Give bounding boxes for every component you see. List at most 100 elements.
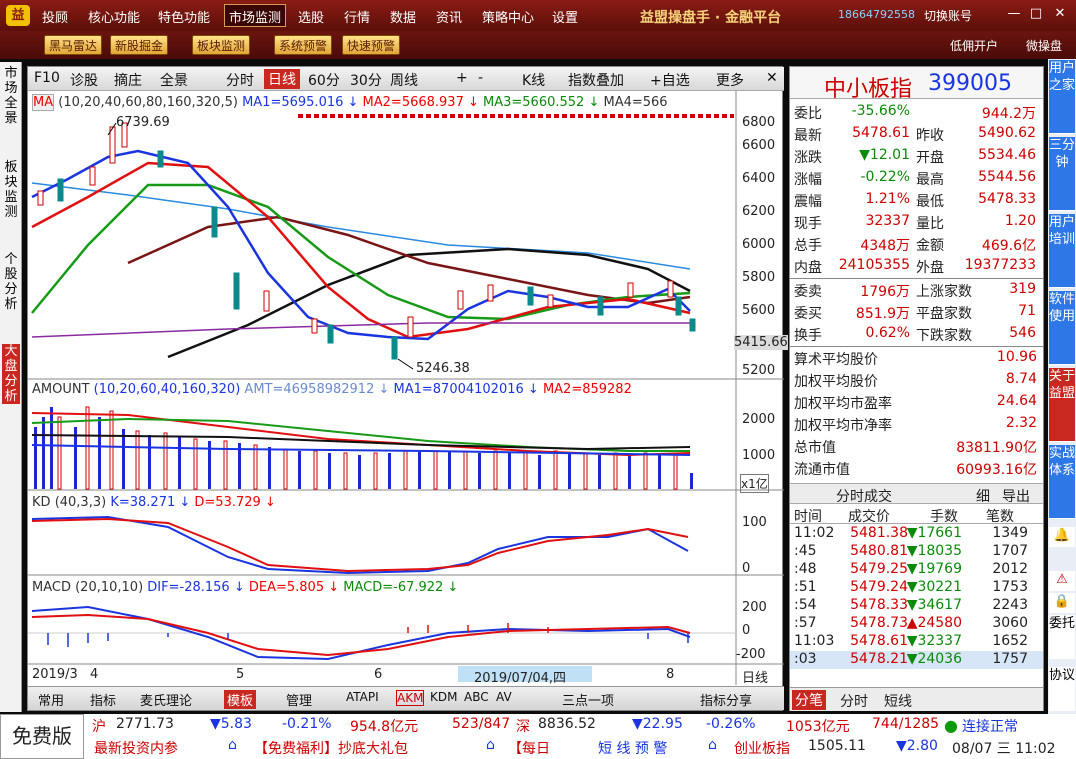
micro-trade-link[interactable]: 微操盘 <box>1026 37 1062 54</box>
indicator-share-dropdown[interactable]: 指标分享 <box>700 690 752 709</box>
open-account-link[interactable]: 低佣开户 <box>950 37 998 54</box>
tab-software-usage[interactable]: 软件使用 <box>1049 291 1075 365</box>
tick-col-time: 时间 <box>794 509 822 525</box>
sh-price: 2771.73 <box>116 716 174 732</box>
home-icon[interactable]: ⌂ <box>228 737 237 753</box>
tick-detail-button[interactable]: 细 <box>976 486 990 506</box>
switch-account-link[interactable]: 切换账号 <box>924 7 972 24</box>
tab-user-home[interactable]: 用户之家 <box>1049 60 1075 134</box>
stat-label: 流通市值 <box>794 462 850 478</box>
tick-count: 3060 <box>992 615 1028 631</box>
app-logo-icon: 益 <box>6 5 30 26</box>
tab-template[interactable]: 模板 <box>224 690 257 709</box>
tick-export-button[interactable]: 导出 <box>1002 486 1030 506</box>
alert-icon[interactable]: ⚠ <box>1049 571 1075 591</box>
tab-common[interactable]: 常用 <box>38 690 64 709</box>
tab-index-analysis[interactable]: 大盘分析 <box>2 344 20 404</box>
ipo-mining-button[interactable]: 新股掘金 <box>110 35 169 55</box>
news-link[interactable]: 最新投资内参 <box>94 738 178 758</box>
menu-feature[interactable]: 特色功能 <box>158 7 210 26</box>
stat-row: 加权平均市盈率 24.64 <box>790 391 1043 413</box>
maximize-icon[interactable]: □ <box>1026 6 1046 24</box>
home-icon[interactable]: ⌂ <box>486 737 495 753</box>
amount-tick: 2000 <box>742 412 776 427</box>
tab-about[interactable]: 关于益盟 <box>1049 368 1075 442</box>
tick-volume: ▲24580 <box>906 615 962 631</box>
tab-manage[interactable]: 管理 <box>286 690 312 709</box>
menu-core[interactable]: 核心功能 <box>88 7 140 26</box>
quote-label: 涨跌 <box>794 150 822 166</box>
price-tick: 5600 <box>742 303 776 318</box>
tab-mai-theory[interactable]: 麦氏理论 <box>140 690 192 709</box>
tick-title: 分时成交 <box>836 489 892 505</box>
tab-atapi[interactable]: ATAPI <box>346 690 379 704</box>
menu-quotes[interactable]: 行情 <box>344 7 370 26</box>
kd-selector[interactable]: KD <box>32 495 51 510</box>
tick-volume: ▼34617 <box>906 597 962 613</box>
system-alert-button[interactable]: 系统预警 <box>274 35 333 55</box>
quote-row: 委买 851.9万 平盘家数 71 <box>790 301 1043 323</box>
amount-ma2-value: MA2=859282 <box>542 382 632 397</box>
x-axis-label: 5 <box>236 667 245 682</box>
quote-value: 19377233 <box>964 257 1036 273</box>
news-link[interactable]: 【每日 <box>508 738 550 758</box>
tab-abc[interactable]: ABC <box>464 690 489 704</box>
quote-value: 5478.33 <box>978 191 1036 207</box>
quick-alert-button[interactable]: 快速预警 <box>342 35 401 55</box>
sector-monitor-button[interactable]: 板块监测 <box>192 35 251 55</box>
menu-settings[interactable]: 设置 <box>552 7 578 26</box>
current-price-tick: 5415.66 <box>734 335 788 350</box>
quote-value: 469.6亿 <box>981 238 1036 254</box>
left-side-tabs: 市场全景 板块监测 个股分析 大盘分析 <box>0 62 22 712</box>
kd-indicator-header: KD (40,3,3) K=38.271 ↓ D=53.729 ↓ <box>32 495 276 510</box>
menu-advisor[interactable]: 投顾 <box>42 7 68 26</box>
amount-selector[interactable]: AMOUNT <box>32 382 90 397</box>
x-axis-label: 4 <box>90 667 99 682</box>
menu-strategy[interactable]: 策略中心 <box>482 7 534 26</box>
tab-kdm[interactable]: KDM <box>430 690 457 704</box>
connection-status-icon: ● <box>944 716 958 735</box>
tab-indicators[interactable]: 指标 <box>90 690 116 709</box>
tab-practice-system[interactable]: 实战体系 <box>1049 445 1075 519</box>
black-horse-radar-button[interactable]: 黑马雷达 <box>44 35 103 55</box>
minimize-icon[interactable]: — <box>1004 6 1024 24</box>
tick-row: 11:02 5481.38 ▼17661 1349 <box>790 525 1043 543</box>
tab-entrust[interactable]: 委托 <box>1049 615 1075 659</box>
macd-selector[interactable]: MACD <box>32 580 71 595</box>
news-link[interactable]: 【免费福利】抄底大礼包 <box>254 738 408 758</box>
tab-stock-analysis[interactable]: 个股分析 <box>2 252 20 312</box>
price-tick: 6800 <box>742 115 776 130</box>
quote-value: 5534.46 <box>978 147 1036 163</box>
right-side-tabs: 用户之家 三分钟 用户培训 软件使用 关于益盟 实战体系 🔔 ⚠ 🔒 委托 协议 <box>1048 59 1076 714</box>
quote-row: 现手 32337 量比 1.20 <box>790 211 1043 233</box>
quote-label: 现手 <box>794 216 822 232</box>
macd-indicator-header: MACD (20,10,10) DIF=-28.156 ↓ DEA=5.805 … <box>32 580 458 595</box>
stat-label: 加权平均市净率 <box>794 418 892 434</box>
close-icon[interactable]: ✕ <box>1050 6 1070 24</box>
speaker-icon[interactable]: 🔔 <box>1049 527 1075 547</box>
lock-icon[interactable]: 🔒 <box>1049 593 1075 613</box>
tick-count: 1349 <box>992 525 1028 541</box>
tab-akm[interactable]: AKM <box>396 690 425 706</box>
menu-stock-pick[interactable]: 选股 <box>298 7 324 26</box>
tab-tick[interactable]: 分笔 <box>792 690 826 710</box>
tab-user-training[interactable]: 用户培训 <box>1049 214 1075 288</box>
quote-row: 委比 -35.66% 944.2万 <box>790 101 1043 123</box>
tab-market-overview[interactable]: 市场全景 <box>2 66 20 126</box>
tab-sector-monitor[interactable]: 板块监测 <box>2 160 20 220</box>
short-term-alert[interactable]: 短 线 预 警 <box>598 738 667 758</box>
tab-three-point[interactable]: 三点一项 <box>562 690 614 709</box>
tick-volume: ▼24036 <box>906 651 962 667</box>
tab-three-minutes[interactable]: 三分钟 <box>1049 137 1075 211</box>
menu-market-monitor[interactable]: 市场监测 <box>224 4 287 27</box>
stat-value: 10.96 <box>996 349 1037 365</box>
tab-timeshare[interactable]: 分时 <box>840 691 868 711</box>
home-icon[interactable]: ⌂ <box>708 737 717 753</box>
tab-shortline[interactable]: 短线 <box>884 691 912 711</box>
quote-label: 开盘 <box>916 150 944 166</box>
menu-news[interactable]: 资讯 <box>436 7 462 26</box>
menu-data[interactable]: 数据 <box>390 7 416 26</box>
tab-av[interactable]: AV <box>496 690 512 704</box>
quote-label: 总手 <box>794 238 822 254</box>
tab-agreement[interactable]: 协议 <box>1049 667 1075 711</box>
